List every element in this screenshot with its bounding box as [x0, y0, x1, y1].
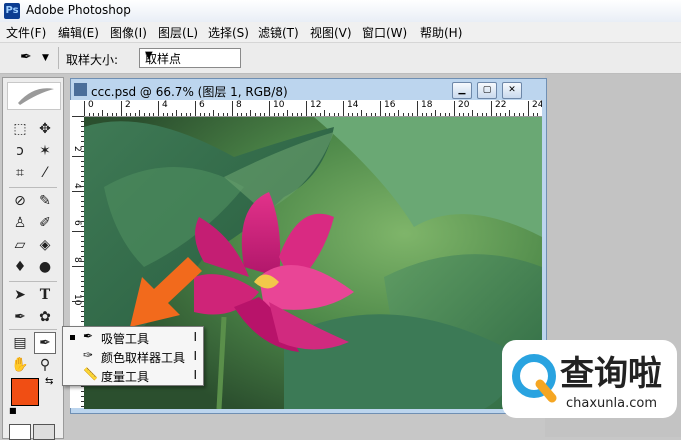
marquee-tool-icon[interactable]: ⬚: [9, 118, 31, 140]
menu-view[interactable]: 视图(V): [310, 24, 352, 41]
magnifier-logo-icon: [512, 354, 557, 403]
zoom-tool-icon[interactable]: ⚲: [34, 354, 56, 376]
ruler-tick-label: 24: [532, 100, 542, 110]
watermark-url: chaxunla.com: [566, 396, 657, 411]
ruler-tick-label: 10: [273, 100, 285, 110]
ruler-tick-label: 16: [384, 100, 396, 110]
move-tool-icon[interactable]: ✥: [34, 118, 56, 140]
notes-tool-icon[interactable]: ▤: [9, 332, 31, 354]
menu-item-label: 吸管工具: [101, 332, 150, 346]
custom-shape-tool-icon[interactable]: ✿: [34, 306, 56, 328]
swap-colors-icon[interactable]: ⇆: [45, 376, 53, 387]
menu-image[interactable]: 图像(I): [110, 24, 147, 41]
clone-stamp-tool-icon[interactable]: ♙: [9, 212, 31, 234]
ruler-origin[interactable]: [70, 100, 85, 117]
menu-edit[interactable]: 编辑(E): [58, 24, 99, 41]
watermark-brand: 查询啦: [560, 354, 662, 394]
eyedropper-preset-icon[interactable]: ✒: [20, 49, 32, 65]
chevron-down-icon: ▼: [145, 50, 153, 61]
document-title: ccc.psd @ 66.7% (图层 1, RGB/8): [91, 85, 288, 99]
toolbox-divider: [9, 187, 57, 188]
menu-item-shortcut: I: [193, 368, 197, 382]
history-brush-tool-icon[interactable]: ✐: [34, 212, 56, 234]
eyedropper-icon: ✒: [83, 329, 94, 343]
menu-window[interactable]: 窗口(W): [362, 24, 407, 41]
menu-item-ruler[interactable]: 📏 度量工具 I: [63, 366, 203, 385]
menu-item-label: 度量工具: [101, 370, 150, 384]
options-separator: [58, 47, 59, 69]
ruler-tick-label: 12: [310, 100, 322, 110]
dodge-tool-icon[interactable]: ●: [34, 256, 56, 278]
sample-size-label: 取样大小:: [66, 53, 119, 67]
title-bar: Ps Adobe Photoshop: [0, 0, 681, 23]
paint-bucket-tool-icon[interactable]: ◈: [34, 234, 56, 256]
blur-tool-icon[interactable]: ♦: [9, 256, 31, 278]
ruler-tick-label: 6: [199, 100, 205, 110]
menu-bar: 文件(F) 编辑(E) 图像(I) 图层(L) 选择(S) 滤镜(T) 视图(V…: [0, 22, 681, 43]
brush-tool-icon[interactable]: ✎: [34, 190, 56, 212]
type-tool-icon[interactable]: T: [34, 284, 56, 306]
ruler-tick-label: 4: [162, 100, 168, 110]
sample-size-select[interactable]: 取样点 ▼: [139, 48, 241, 68]
menu-item-color-sampler[interactable]: ✑ 颜色取样器工具 I: [63, 347, 203, 366]
ruler-tick-label: 22: [495, 100, 507, 110]
standard-mode-icon[interactable]: [9, 424, 31, 440]
quick-mask-mode-icon[interactable]: [33, 424, 55, 440]
menu-item-eyedropper[interactable]: ✒ 吸管工具 I: [63, 328, 203, 347]
document-icon: [74, 83, 87, 96]
watermark: 查询啦 chaxunla.com: [502, 340, 677, 418]
maximize-button[interactable]: ▢: [477, 82, 497, 99]
ruler-tick-label: 8: [236, 100, 242, 110]
ruler-icon: 📏: [83, 367, 98, 381]
menu-filter[interactable]: 滤镜(T): [258, 24, 299, 41]
close-button[interactable]: ✕: [502, 82, 522, 99]
feather-logo-icon[interactable]: [7, 82, 61, 110]
eyedropper-tool-icon[interactable]: ✒: [34, 332, 56, 354]
toolbox-divider: [9, 329, 57, 330]
options-bar: ✒ ▼ 取样大小: 取样点 ▼: [0, 43, 681, 74]
ruler-tick-label: 14: [347, 100, 359, 110]
tool-popup-menu: ✒ 吸管工具 I ✑ 颜色取样器工具 I 📏 度量工具 I: [62, 326, 204, 386]
ruler-horizontal[interactable]: 024681012141618202224: [84, 100, 542, 117]
ruler-tick-label: 0: [88, 100, 94, 110]
toolbox-divider: [9, 281, 57, 282]
healing-brush-tool-icon[interactable]: ⊘: [9, 190, 31, 212]
preset-dropdown-arrow-icon[interactable]: ▼: [42, 53, 49, 63]
window-title: Adobe Photoshop: [26, 3, 131, 17]
menu-layer[interactable]: 图层(L): [158, 24, 198, 41]
photoshop-logo-icon: Ps: [4, 3, 20, 19]
lasso-tool-icon[interactable]: ↄ: [9, 140, 31, 162]
menu-item-label: 颜色取样器工具: [101, 351, 186, 365]
menu-item-shortcut: I: [193, 349, 197, 363]
pen-tool-icon[interactable]: ✒: [9, 306, 31, 328]
menu-item-shortcut: I: [193, 330, 197, 344]
eraser-tool-icon[interactable]: ▱: [9, 234, 31, 256]
crop-tool-icon[interactable]: ⌗: [9, 162, 31, 184]
magic-wand-tool-icon[interactable]: ✶: [34, 140, 56, 162]
menu-help[interactable]: 帮助(H): [420, 24, 462, 41]
ruler-tick-label: 20: [458, 100, 470, 110]
menu-file[interactable]: 文件(F): [6, 24, 46, 41]
path-selection-tool-icon[interactable]: ➤: [9, 284, 31, 306]
ruler-tick-label: 18: [421, 100, 433, 110]
toolbox: ⬚ ✥ ↄ ✶ ⌗ ⁄ ⊘ ✎ ♙ ✐ ▱ ◈ ♦ ● ➤ T ✒ ✿ ▤ ✒ …: [2, 77, 64, 440]
menu-select[interactable]: 选择(S): [208, 24, 249, 41]
color-sampler-icon: ✑: [83, 348, 94, 362]
foreground-color-swatch[interactable]: [11, 378, 39, 406]
hand-tool-icon[interactable]: ✋: [9, 354, 31, 376]
default-colors-icon[interactable]: ■: [9, 406, 17, 415]
minimize-button[interactable]: ▁: [452, 82, 472, 99]
selected-indicator-icon: [70, 335, 75, 340]
slice-tool-icon[interactable]: ⁄: [34, 162, 56, 184]
ruler-tick-label: 2: [125, 100, 131, 110]
